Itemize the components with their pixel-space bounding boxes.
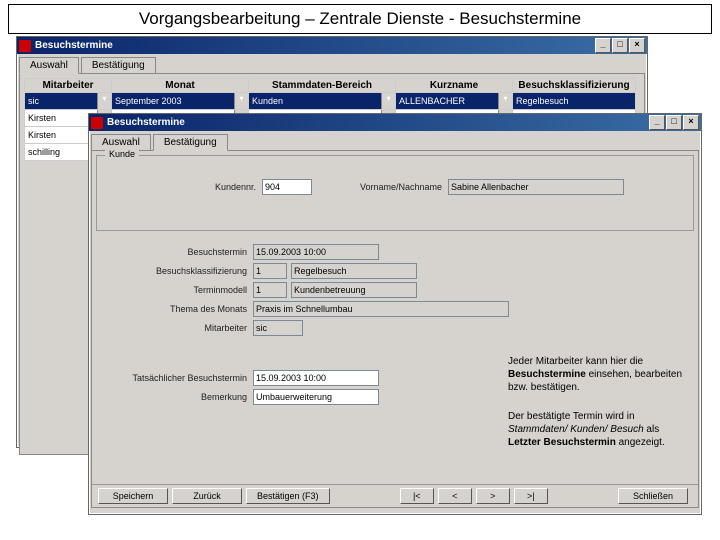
nav-first[interactable]: |<: [400, 488, 434, 504]
dropdown-icon[interactable]: ▾: [381, 93, 395, 109]
dropdown-icon[interactable]: ▾: [97, 93, 111, 109]
col-mitarbeiter[interactable]: Mitarbeiter: [25, 79, 112, 93]
label-vorname: Vorname/Nachname: [312, 182, 442, 192]
close-button[interactable]: ×: [683, 115, 699, 130]
label-bem: Bemerkung: [112, 392, 247, 402]
tab-bestaetigung[interactable]: Bestätigung: [81, 57, 156, 74]
tab-auswahl[interactable]: Auswahl: [19, 57, 79, 74]
nav-next[interactable]: >: [476, 488, 510, 504]
save-button[interactable]: Speichern: [98, 488, 168, 504]
tab-bestaetigung[interactable]: Bestätigung: [153, 134, 228, 151]
label-thema: Thema des Monats: [112, 304, 247, 314]
col-klass[interactable]: Besuchsklassifizierung: [513, 79, 636, 93]
col-bereich[interactable]: Stammdaten-Bereich: [249, 79, 396, 93]
note-2: Der bestätigte Termin wird in Stammdaten…: [508, 410, 688, 449]
col-kurzname[interactable]: Kurzname: [396, 79, 513, 93]
minimize-button[interactable]: _: [649, 115, 665, 130]
minimize-button[interactable]: _: [595, 38, 611, 53]
page-title: Vorgangsbearbeitung – Zentrale Dienste -…: [8, 4, 712, 34]
field-kundennr[interactable]: 904: [262, 179, 312, 195]
confirm-button[interactable]: Bestätigen (F3): [246, 488, 330, 504]
note-1: Jeder Mitarbeiter kann hier die Besuchst…: [508, 355, 688, 394]
close-button-bottom[interactable]: Schließen: [618, 488, 688, 504]
close-button[interactable]: ×: [629, 38, 645, 53]
dropdown-icon[interactable]: ▾: [234, 93, 248, 109]
group-kunde-title: Kunde: [105, 149, 139, 159]
label-mitarbeiter: Mitarbeiter: [112, 323, 247, 333]
field-thema: Praxis im Schnellumbau: [253, 301, 509, 317]
field-bem[interactable]: Umbauerweiterung: [253, 389, 379, 405]
table-row[interactable]: sic▾September 2003▾Kunden▾ALLENBACHER▾Re…: [25, 93, 636, 110]
field-vorname: Sabine Allenbacher: [448, 179, 624, 195]
field-modell-n: 1: [253, 282, 287, 298]
label-tats: Tatsächlicher Besuchstermin: [112, 373, 247, 383]
back-button[interactable]: Zurück: [172, 488, 242, 504]
label-kundennr: Kundennr.: [121, 182, 256, 192]
window-title: Besuchstermine: [107, 117, 185, 128]
label-termin: Besuchstermin: [112, 247, 247, 257]
field-mitarbeiter: sic: [253, 320, 303, 336]
field-klass-t: Regelbesuch: [291, 263, 417, 279]
field-tats[interactable]: 15.09.2003 10:00: [253, 370, 379, 386]
col-monat[interactable]: Monat: [112, 79, 249, 93]
titlebar-list[interactable]: Besuchstermine _ □ ×: [17, 37, 647, 54]
field-termin: 15.09.2003 10:00: [253, 244, 379, 260]
window-title: Besuchstermine: [35, 40, 113, 51]
label-klass: Besuchsklassifizierung: [112, 266, 247, 276]
button-row: Speichern Zurück Bestätigen (F3) |< < > …: [92, 484, 698, 507]
app-icon: [91, 117, 103, 129]
app-icon: [19, 40, 31, 52]
nav-last[interactable]: >|: [514, 488, 548, 504]
window-detail: Besuchstermine _ □ × Auswahl Bestätigung…: [88, 113, 702, 515]
label-modell: Terminmodell: [112, 285, 247, 295]
field-klass-n: 1: [253, 263, 287, 279]
nav-prev[interactable]: <: [438, 488, 472, 504]
titlebar-detail[interactable]: Besuchstermine _ □ ×: [89, 114, 701, 131]
dropdown-icon[interactable]: ▾: [498, 93, 512, 109]
maximize-button[interactable]: □: [666, 115, 682, 130]
maximize-button[interactable]: □: [612, 38, 628, 53]
field-modell-t: Kundenbetreuung: [291, 282, 417, 298]
